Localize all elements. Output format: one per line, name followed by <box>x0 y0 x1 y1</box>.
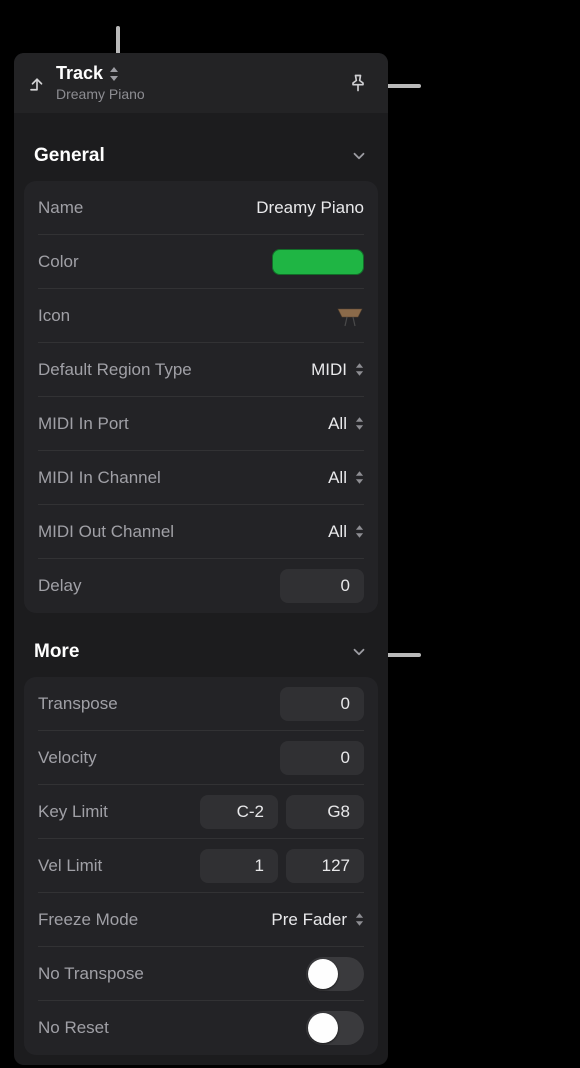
value-region-type: MIDI <box>311 360 364 380</box>
updown-icon <box>355 471 364 484</box>
label-freeze-mode: Freeze Mode <box>38 910 138 930</box>
value-freeze-mode: Pre Fader <box>271 910 364 930</box>
label-midi-in-channel: MIDI In Channel <box>38 468 161 488</box>
section-header-general[interactable]: General <box>24 131 378 181</box>
panel-body: General Name Dreamy Piano Color Icon <box>14 113 388 1065</box>
field-key-limit-low[interactable]: C-2 <box>200 795 278 829</box>
region-type-text: MIDI <box>311 360 347 380</box>
label-region-type: Default Region Type <box>38 360 192 380</box>
header-subtitle: Dreamy Piano <box>56 86 145 103</box>
row-freeze-mode[interactable]: Freeze Mode Pre Fader <box>38 893 364 947</box>
row-color: Color <box>38 235 364 289</box>
section-body-more: Transpose 0 Velocity 0 Key Limit C-2 G8 … <box>24 677 378 1055</box>
toggle-knob <box>308 1013 338 1043</box>
value-name[interactable]: Dreamy Piano <box>256 198 364 218</box>
label-delay: Delay <box>38 576 81 596</box>
toggle-no-reset[interactable] <box>306 1011 364 1045</box>
toggle-knob <box>308 959 338 989</box>
header-title: Track <box>56 63 103 85</box>
section-title-general: General <box>34 145 105 167</box>
row-delay: Delay 0 <box>38 559 364 613</box>
label-no-transpose: No Transpose <box>38 964 144 984</box>
color-swatch[interactable] <box>272 249 364 275</box>
label-midi-out-channel: MIDI Out Channel <box>38 522 174 542</box>
field-vel-limit-low[interactable]: 1 <box>200 849 278 883</box>
row-key-limit: Key Limit C-2 G8 <box>38 785 364 839</box>
updown-icon <box>355 363 364 376</box>
row-no-reset: No Reset <box>38 1001 364 1055</box>
row-vel-limit: Vel Limit 1 127 <box>38 839 364 893</box>
value-midi-out-channel: All <box>328 522 364 542</box>
label-velocity: Velocity <box>38 748 97 768</box>
midi-in-channel-text: All <box>328 468 347 488</box>
row-midi-out-channel[interactable]: MIDI Out Channel All <box>38 505 364 559</box>
row-midi-in-port[interactable]: MIDI In Port All <box>38 397 364 451</box>
row-velocity: Velocity 0 <box>38 731 364 785</box>
label-icon: Icon <box>38 306 70 326</box>
collapse-icon[interactable] <box>28 74 46 92</box>
value-midi-in-port: All <box>328 414 364 434</box>
row-no-transpose: No Transpose <box>38 947 364 1001</box>
field-vel-limit-high[interactable]: 127 <box>286 849 364 883</box>
section-title-more: More <box>34 641 79 663</box>
panel-header: Track Dreamy Piano <box>14 53 388 113</box>
header-title-row[interactable]: Track <box>56 63 145 85</box>
value-midi-in-channel: All <box>328 468 364 488</box>
midi-out-channel-text: All <box>328 522 347 542</box>
label-midi-in-port: MIDI In Port <box>38 414 129 434</box>
field-velocity[interactable]: 0 <box>280 741 364 775</box>
row-name: Name Dreamy Piano <box>38 181 364 235</box>
chevron-down-icon <box>350 643 368 661</box>
section-header-more[interactable]: More <box>24 627 378 677</box>
label-vel-limit: Vel Limit <box>38 856 102 876</box>
midi-in-port-text: All <box>328 414 347 434</box>
chevron-down-icon <box>350 147 368 165</box>
label-name: Name <box>38 198 83 218</box>
section-body-general: Name Dreamy Piano Color Icon Defaul <box>24 181 378 613</box>
label-transpose: Transpose <box>38 694 118 714</box>
pin-button[interactable] <box>344 69 372 97</box>
freeze-mode-text: Pre Fader <box>271 910 347 930</box>
updown-icon <box>109 67 119 81</box>
row-region-type[interactable]: Default Region Type MIDI <box>38 343 364 397</box>
label-no-reset: No Reset <box>38 1018 109 1038</box>
toggle-no-transpose[interactable] <box>306 957 364 991</box>
field-delay[interactable]: 0 <box>280 569 364 603</box>
updown-icon <box>355 525 364 538</box>
field-transpose[interactable]: 0 <box>280 687 364 721</box>
row-transpose: Transpose 0 <box>38 677 364 731</box>
row-icon: Icon <box>38 289 364 343</box>
label-key-limit: Key Limit <box>38 802 108 822</box>
track-icon-thumb[interactable] <box>336 305 364 327</box>
header-text: Track Dreamy Piano <box>56 63 145 102</box>
label-color: Color <box>38 252 79 272</box>
updown-icon <box>355 417 364 430</box>
row-midi-in-channel[interactable]: MIDI In Channel All <box>38 451 364 505</box>
inspector-panel: Track Dreamy Piano General Name Dreamy <box>14 53 388 1065</box>
updown-icon <box>355 913 364 926</box>
field-key-limit-high[interactable]: G8 <box>286 795 364 829</box>
